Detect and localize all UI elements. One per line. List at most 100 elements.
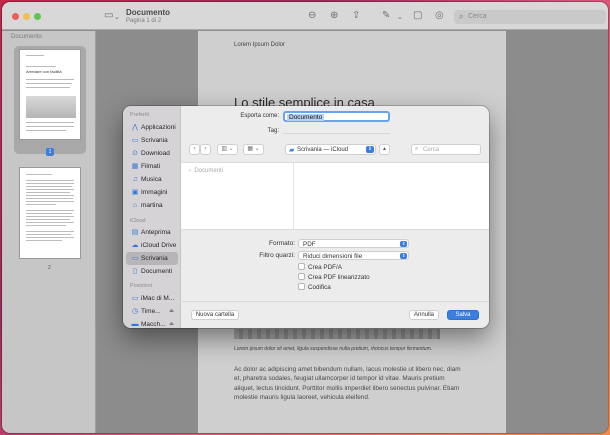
thumb-line	[26, 213, 72, 214]
cloud-icon: ☁	[131, 242, 139, 249]
zoom-out-icon[interactable]: ⊖	[308, 11, 316, 21]
sidebar-toggle-icon[interactable]: ▭	[104, 11, 113, 21]
thumb-line	[26, 201, 74, 202]
dialog-search-placeholder: Cerca	[423, 147, 440, 153]
image-caption: Lorem ipsum dolor sit amet, ligula suspe…	[234, 346, 433, 352]
dialog-sidebar-item[interactable]: ☁ iCloud Drive	[126, 239, 178, 252]
chevron-updown-icon: ⇕	[400, 241, 407, 247]
chevron-down-icon[interactable]: ⌄	[114, 13, 120, 23]
thumb-line	[26, 126, 74, 127]
markup-toolbar-icon[interactable]: ◎	[435, 11, 444, 21]
dialog-sidebar-item-label: Anteprima	[141, 229, 171, 236]
tags-label: Tag:	[267, 128, 279, 134]
view-grid-button[interactable]: ▦ ⌄	[243, 144, 264, 155]
back-button[interactable]: ‹	[189, 144, 200, 155]
file-name-value: Documento	[287, 114, 325, 121]
expand-collapse-button[interactable]: ▲	[379, 144, 390, 155]
desktop-icon: ▭	[131, 255, 139, 262]
page-thumbnail-2[interactable]	[19, 167, 81, 259]
new-folder-button[interactable]: Nuova cartella	[191, 310, 239, 320]
quartz-filter-value: Riduci dimensioni file	[303, 253, 363, 260]
home-icon: ⌂	[132, 202, 138, 209]
dialog-sidebar-item-label: Musica	[141, 176, 162, 183]
column-divider[interactable]	[293, 163, 294, 229]
dialog-sidebar-item-label: Immagini	[141, 189, 168, 196]
forward-button[interactable]: ›	[200, 144, 211, 155]
body-paragraph: Ac dolor ac adipiscing amet bibendum nul…	[234, 366, 461, 401]
thumb-line	[26, 225, 66, 226]
file-browser[interactable]: › Documenti	[181, 162, 489, 230]
location-value: Scrivania — iCloud	[297, 147, 349, 153]
document-page-info: Pagina 1 di 2	[126, 18, 162, 24]
thumb-line	[26, 222, 74, 223]
dialog-sidebar-item-label: Scrivania	[141, 137, 168, 144]
chevron-updown-icon: ⇕	[366, 146, 374, 153]
minimize-window-button[interactable]	[23, 13, 30, 20]
toolbar-search-field[interactable]: ⌕ Cerca	[454, 10, 606, 24]
movies-icon: ▦	[131, 163, 139, 170]
zoom-window-button[interactable]	[34, 13, 41, 20]
dialog-sidebar-item-label: Download	[141, 150, 170, 157]
toolbar-search-placeholder: Cerca	[468, 13, 487, 20]
dialog-sidebar-item[interactable]: ⊙ Download	[126, 147, 178, 160]
export-dialog: Preferiti ⋀ Applicazioni ▭ Scrivania ⊙ Downlo…	[123, 106, 489, 328]
thumb-line	[26, 130, 66, 131]
quartz-filter-popup[interactable]: Riduci dimensioni file ⇕	[298, 251, 409, 260]
encrypt-checkbox[interactable]	[298, 283, 305, 290]
location-popup[interactable]: ▰ Scrivania — iCloud ⇕	[285, 144, 376, 155]
page-number-2: 2	[48, 265, 51, 271]
dialog-sidebar-item[interactable]: ▭ Scrivania	[126, 134, 178, 147]
chevron-down-icon[interactable]: ⌄	[397, 13, 403, 23]
preview-icon: ▤	[131, 229, 139, 236]
documents-icon: ▯	[133, 268, 137, 275]
dialog-sidebar-item[interactable]: ▣ Immagini	[126, 186, 178, 199]
pdfa-checkbox[interactable]	[298, 263, 305, 270]
thumb-line	[26, 66, 56, 67]
thumb-line	[26, 79, 74, 80]
close-window-button[interactable]	[12, 13, 19, 20]
folder-item-label: Documenti	[194, 168, 224, 174]
thumb-line	[26, 122, 74, 123]
encrypt-label: Codifica	[308, 284, 331, 291]
dialog-sidebar-item[interactable]: ▤ Anteprima	[126, 226, 178, 239]
dialog-sidebar-item[interactable]: ♫ Musica	[126, 173, 178, 186]
dialog-sidebar-item[interactable]: ▦ Filmati	[126, 160, 178, 173]
thumb-line	[26, 204, 56, 205]
desktop-icon: ▭	[131, 137, 139, 144]
tags-input[interactable]	[283, 127, 390, 134]
dialog-main: Esporta come: Documento Tag: ‹ › ▥ ⌄ ▦ ⌄…	[181, 106, 489, 328]
cancel-button[interactable]: Annulla	[409, 310, 439, 320]
page-thumbnail-1[interactable]: Arredare con facilità	[19, 49, 81, 140]
thumb-line	[26, 186, 72, 187]
browser-folder-item[interactable]: › Documenti	[189, 168, 223, 174]
dialog-sidebar-item-label: Documenti	[141, 268, 173, 275]
dialog-sidebar-item-label: Scrivania	[141, 255, 168, 262]
rotate-icon[interactable]: ▢	[413, 11, 422, 21]
page-header-text: Lorem Ipsum Dolor	[234, 42, 286, 48]
share-icon[interactable]: ⇪	[352, 11, 360, 21]
dialog-sidebar-item[interactable]: ⌂ martina	[126, 199, 178, 212]
dialog-sidebar-item-label: martina	[141, 202, 163, 209]
thumb-line	[26, 180, 74, 181]
dialog-sidebar-item-label: iCloud Drive	[141, 242, 177, 249]
format-popup[interactable]: PDF ⇕	[298, 239, 409, 248]
dialog-search-field[interactable]: ⌕ Cerca	[411, 144, 481, 155]
dialog-sidebar-item[interactable]: ⋀ Applicazioni	[126, 121, 178, 134]
view-columns-button[interactable]: ▥ ⌄	[217, 144, 238, 155]
format-value: PDF	[303, 241, 316, 248]
linearized-checkbox[interactable]	[298, 273, 305, 280]
dialog-sidebar-item[interactable]: ▯ Documenti	[126, 265, 178, 278]
thumb-line	[26, 195, 74, 196]
folder-icon: ▰	[289, 147, 295, 154]
thumb-line	[26, 210, 74, 211]
markup-pen-icon[interactable]: ✎	[382, 11, 390, 21]
zoom-in-icon[interactable]: ⊕	[330, 11, 338, 21]
thumb-line	[26, 198, 73, 199]
dialog-sidebar-item-label: Applicazioni	[141, 124, 176, 131]
file-name-input[interactable]: Documento	[283, 111, 390, 122]
thumb-line	[26, 55, 44, 56]
dialog-sidebar-item[interactable]: ▭ Scrivania	[126, 252, 178, 265]
save-button[interactable]: Salva	[447, 310, 479, 320]
chevron-updown-icon: ⇕	[400, 253, 407, 259]
thumb-line	[26, 219, 70, 220]
